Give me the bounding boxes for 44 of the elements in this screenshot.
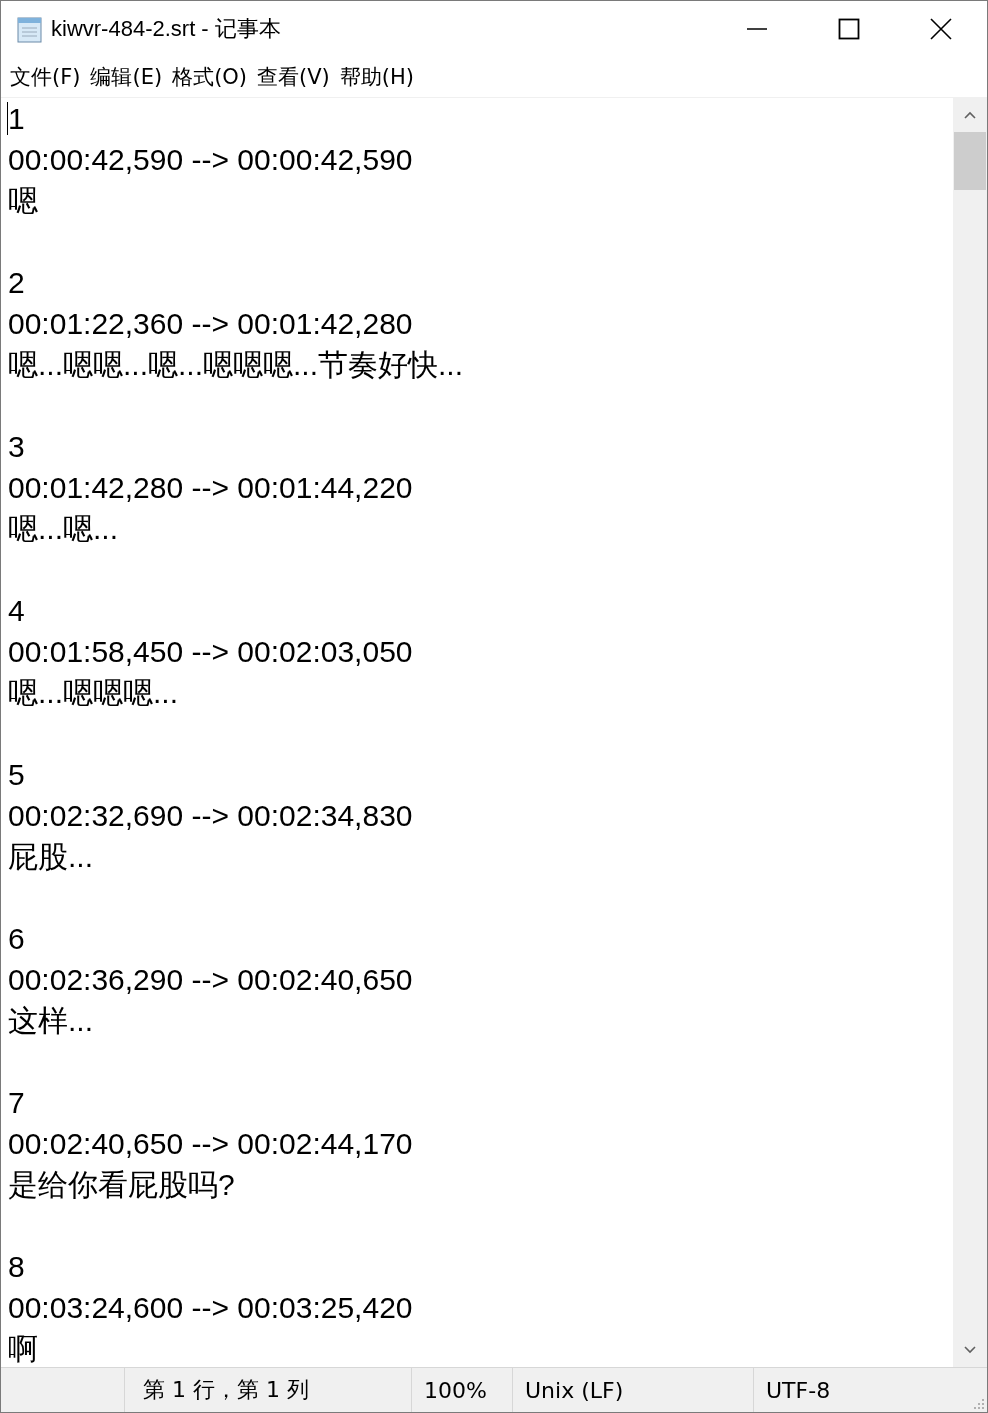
- subtitle-index: 5: [8, 758, 25, 791]
- subtitle-text: 这样...: [8, 1004, 93, 1037]
- subtitle-text: 啊: [8, 1332, 38, 1365]
- text-caret: [7, 102, 8, 135]
- subtitle-timestamp: 00:02:40,650 --> 00:02:44,170: [8, 1127, 413, 1160]
- subtitle-timestamp: 00:03:24,600 --> 00:03:25,420: [8, 1291, 413, 1324]
- subtitle-index: 4: [8, 594, 25, 627]
- close-icon: [930, 18, 952, 40]
- scroll-down-icon[interactable]: [963, 1345, 977, 1355]
- subtitle-text: 嗯...嗯嗯嗯...: [8, 676, 178, 709]
- scroll-up-icon[interactable]: [963, 110, 977, 120]
- subtitle-timestamp: 00:01:22,360 --> 00:01:42,280: [8, 307, 413, 340]
- resize-grip-icon[interactable]: [971, 1396, 985, 1410]
- subtitle-index: 8: [8, 1250, 25, 1283]
- subtitle-timestamp: 00:02:32,690 --> 00:02:34,830: [8, 799, 413, 832]
- subtitle-text: 屁股...: [8, 840, 93, 873]
- subtitle-index: 3: [8, 430, 25, 463]
- subtitle-index: 7: [8, 1086, 25, 1119]
- menu-item[interactable]: 文件(F): [5, 63, 86, 91]
- menu-item[interactable]: 帮助(H): [334, 63, 419, 91]
- minimize-icon: [746, 28, 768, 30]
- scrollbar-thumb[interactable]: [954, 132, 986, 190]
- subtitle-timestamp: 00:01:58,450 --> 00:02:03,050: [8, 635, 413, 668]
- subtitle-text: 是给你看屁股吗?: [8, 1168, 235, 1201]
- subtitle-text: 嗯...嗯...: [8, 512, 118, 545]
- line-ending: Unix (LF): [525, 1377, 624, 1403]
- subtitle-text: 嗯: [8, 184, 38, 217]
- menu-item[interactable]: 编辑(E): [85, 63, 168, 91]
- notepad-icon: [15, 14, 45, 44]
- subtitle-text: 嗯...嗯嗯...嗯...嗯嗯嗯...节奏好快...: [8, 348, 464, 381]
- menu-item[interactable]: 查看(V): [252, 63, 335, 91]
- zoom-level: 100%: [424, 1377, 487, 1403]
- subtitle-index: 1: [8, 102, 25, 135]
- cursor-position: 第 1 行，第 1 列: [143, 1376, 309, 1404]
- subtitle-timestamp: 00:01:42,280 --> 00:01:44,220: [8, 471, 413, 504]
- subtitle-index: 6: [8, 922, 25, 955]
- vertical-scrollbar[interactable]: [953, 98, 987, 1367]
- menu-item[interactable]: 格式(O): [167, 63, 253, 91]
- subtitle-timestamp: 00:00:42,590 --> 00:00:42,590: [8, 143, 413, 176]
- encoding: UTF-8: [766, 1377, 831, 1403]
- maximize-icon: [838, 18, 860, 40]
- subtitle-timestamp: 00:02:36,290 --> 00:02:40,650: [8, 963, 413, 996]
- subtitle-index: 2: [8, 266, 25, 299]
- window-title: kiwvr-484-2.srt - 记事本: [51, 15, 281, 43]
